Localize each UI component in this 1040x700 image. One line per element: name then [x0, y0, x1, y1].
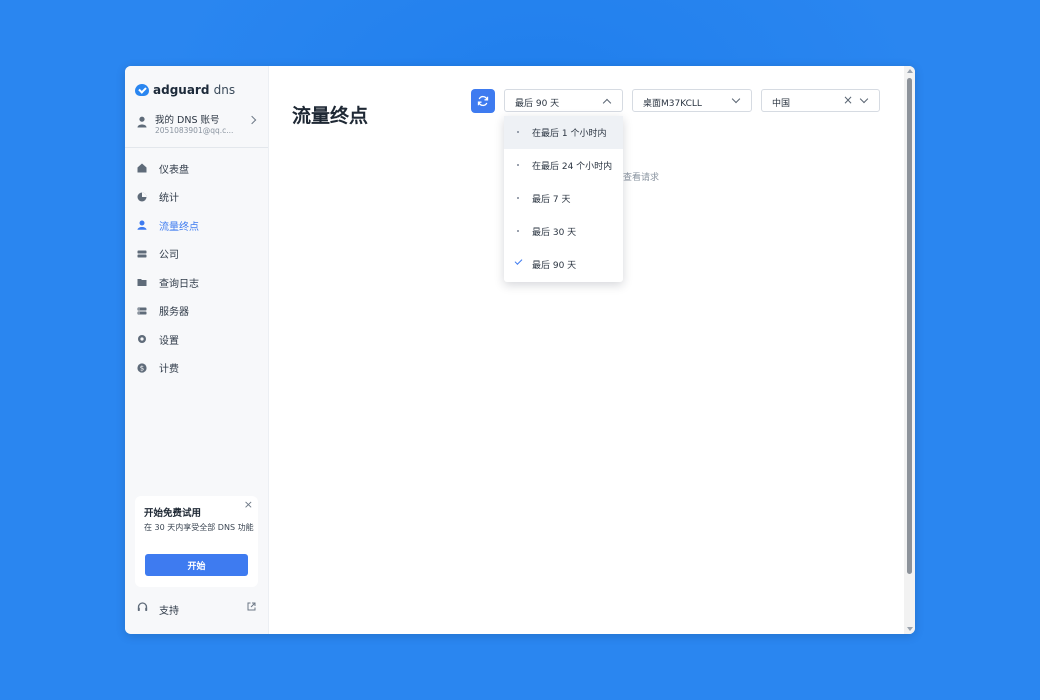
adguard-shield-icon — [135, 84, 149, 96]
period-option-7d[interactable]: 最后 7 天 — [504, 182, 623, 215]
svg-text:$: $ — [140, 364, 144, 372]
sidebar-item-label: 服务器 — [159, 307, 189, 319]
bullet-icon — [517, 197, 519, 199]
option-label: 最后 30 天 — [532, 228, 577, 238]
sidebar: adguard dns 我的 DNS 账号 2051083901@qq.c...… — [125, 66, 269, 634]
sidebar-item-label: 仪表盘 — [159, 164, 189, 176]
page-title: 流量终点 — [292, 104, 369, 127]
scrollbar-thumb[interactable] — [907, 78, 912, 574]
user-icon — [137, 116, 147, 128]
checkmark-icon — [514, 257, 523, 265]
bullet-icon — [517, 164, 519, 166]
sidebar-item-label: 流量终点 — [159, 221, 199, 233]
country-select[interactable]: 中国 × — [761, 89, 880, 112]
option-label: 最后 90 天 — [532, 261, 577, 271]
pie-chart-icon — [137, 192, 147, 201]
sidebar-item-label: 公司 — [159, 250, 179, 262]
device-select[interactable]: 桌面M37KCLL — [632, 89, 752, 112]
support-label: 支持 — [159, 606, 179, 617]
person-icon — [137, 220, 147, 230]
country-value: 中国 — [772, 99, 791, 109]
sidebar-item-billing[interactable]: $ 计费 — [125, 354, 268, 383]
server-icon — [137, 250, 147, 257]
brand-name: adguard — [153, 83, 210, 97]
empty-state-text: 查看请求 — [623, 173, 660, 183]
dollar-icon: $ — [137, 362, 147, 373]
period-option-24h[interactable]: 在最后 24 个小时内 — [504, 149, 623, 182]
servers-icon — [137, 307, 147, 314]
free-trial-card: 开始免费试用 × 在 30 天内享受全部 DNS 功能 开始 — [135, 496, 258, 587]
option-label: 在最后 1 个小时内 — [532, 129, 607, 139]
sidebar-item-dashboard[interactable]: 仪表盘 — [125, 154, 268, 183]
option-label: 在最后 24 个小时内 — [532, 162, 613, 172]
chevron-down-icon — [859, 94, 869, 104]
gear-icon — [138, 335, 146, 343]
sidebar-nav: 仪表盘 统计 流量终点 公司 查询日志 服务器 设置 $ 计费 — [125, 154, 268, 382]
scroll-up-icon[interactable] — [907, 69, 913, 73]
period-dropdown-menu: 在最后 1 个小时内 在最后 24 个小时内 最后 7 天 最后 30 天 最后… — [504, 116, 623, 282]
trial-description: 在 30 天内享受全部 DNS 功能 — [144, 523, 254, 532]
sidebar-item-traffic-destinations[interactable]: 流量终点 — [125, 211, 268, 240]
sidebar-item-label: 计费 — [159, 364, 179, 376]
refresh-icon — [477, 95, 489, 107]
chevron-up-icon — [602, 98, 612, 108]
sidebar-divider — [125, 147, 268, 148]
sidebar-item-label: 统计 — [159, 193, 179, 205]
sidebar-item-company[interactable]: 公司 — [125, 240, 268, 269]
start-trial-button[interactable]: 开始 — [145, 554, 248, 576]
home-icon — [137, 163, 147, 173]
headset-icon — [137, 602, 148, 611]
account-switcher[interactable]: 我的 DNS 账号 2051083901@qq.c... — [135, 112, 259, 140]
sidebar-item-statistics[interactable]: 统计 — [125, 183, 268, 212]
bullet-icon — [517, 131, 519, 133]
close-icon[interactable]: × — [244, 498, 253, 511]
brand-suffix: dns — [213, 83, 236, 97]
main-content: 流量终点 最后 90 天 桌面M37KCLL 中国 × 查看请求 在最后 1 个… — [268, 66, 915, 634]
account-label: 我的 DNS 账号 — [155, 115, 220, 126]
sidebar-item-label: 设置 — [159, 335, 179, 347]
clear-icon[interactable]: × — [843, 93, 853, 107]
external-link-icon — [247, 602, 256, 611]
sidebar-item-servers[interactable]: 服务器 — [125, 297, 268, 326]
period-value: 最后 90 天 — [515, 99, 560, 109]
brand-text: adguard dns — [153, 83, 235, 97]
sidebar-item-query-log[interactable]: 查询日志 — [125, 268, 268, 297]
period-option-90d[interactable]: 最后 90 天 — [504, 248, 623, 281]
brand-logo[interactable]: adguard dns — [135, 82, 235, 98]
chevron-right-icon — [247, 115, 257, 125]
app-window: adguard dns 我的 DNS 账号 2051083901@qq.c...… — [125, 66, 915, 634]
support-link[interactable]: 支持 — [125, 598, 268, 618]
sidebar-item-settings[interactable]: 设置 — [125, 325, 268, 354]
account-email: 2051083901@qq.c... — [155, 126, 234, 135]
chevron-down-icon — [731, 94, 741, 104]
period-select[interactable]: 最后 90 天 — [504, 89, 623, 112]
bullet-icon — [517, 230, 519, 232]
folder-icon — [137, 279, 147, 286]
period-option-30d[interactable]: 最后 30 天 — [504, 215, 623, 248]
trial-title: 开始免费试用 — [144, 508, 202, 519]
vertical-scrollbar[interactable] — [904, 66, 915, 634]
device-value: 桌面M37KCLL — [643, 99, 702, 109]
refresh-button[interactable] — [471, 89, 495, 113]
sidebar-item-label: 查询日志 — [159, 278, 199, 290]
period-option-1h[interactable]: 在最后 1 个小时内 — [504, 116, 623, 149]
scroll-down-icon[interactable] — [907, 627, 913, 631]
option-label: 最后 7 天 — [532, 195, 571, 205]
